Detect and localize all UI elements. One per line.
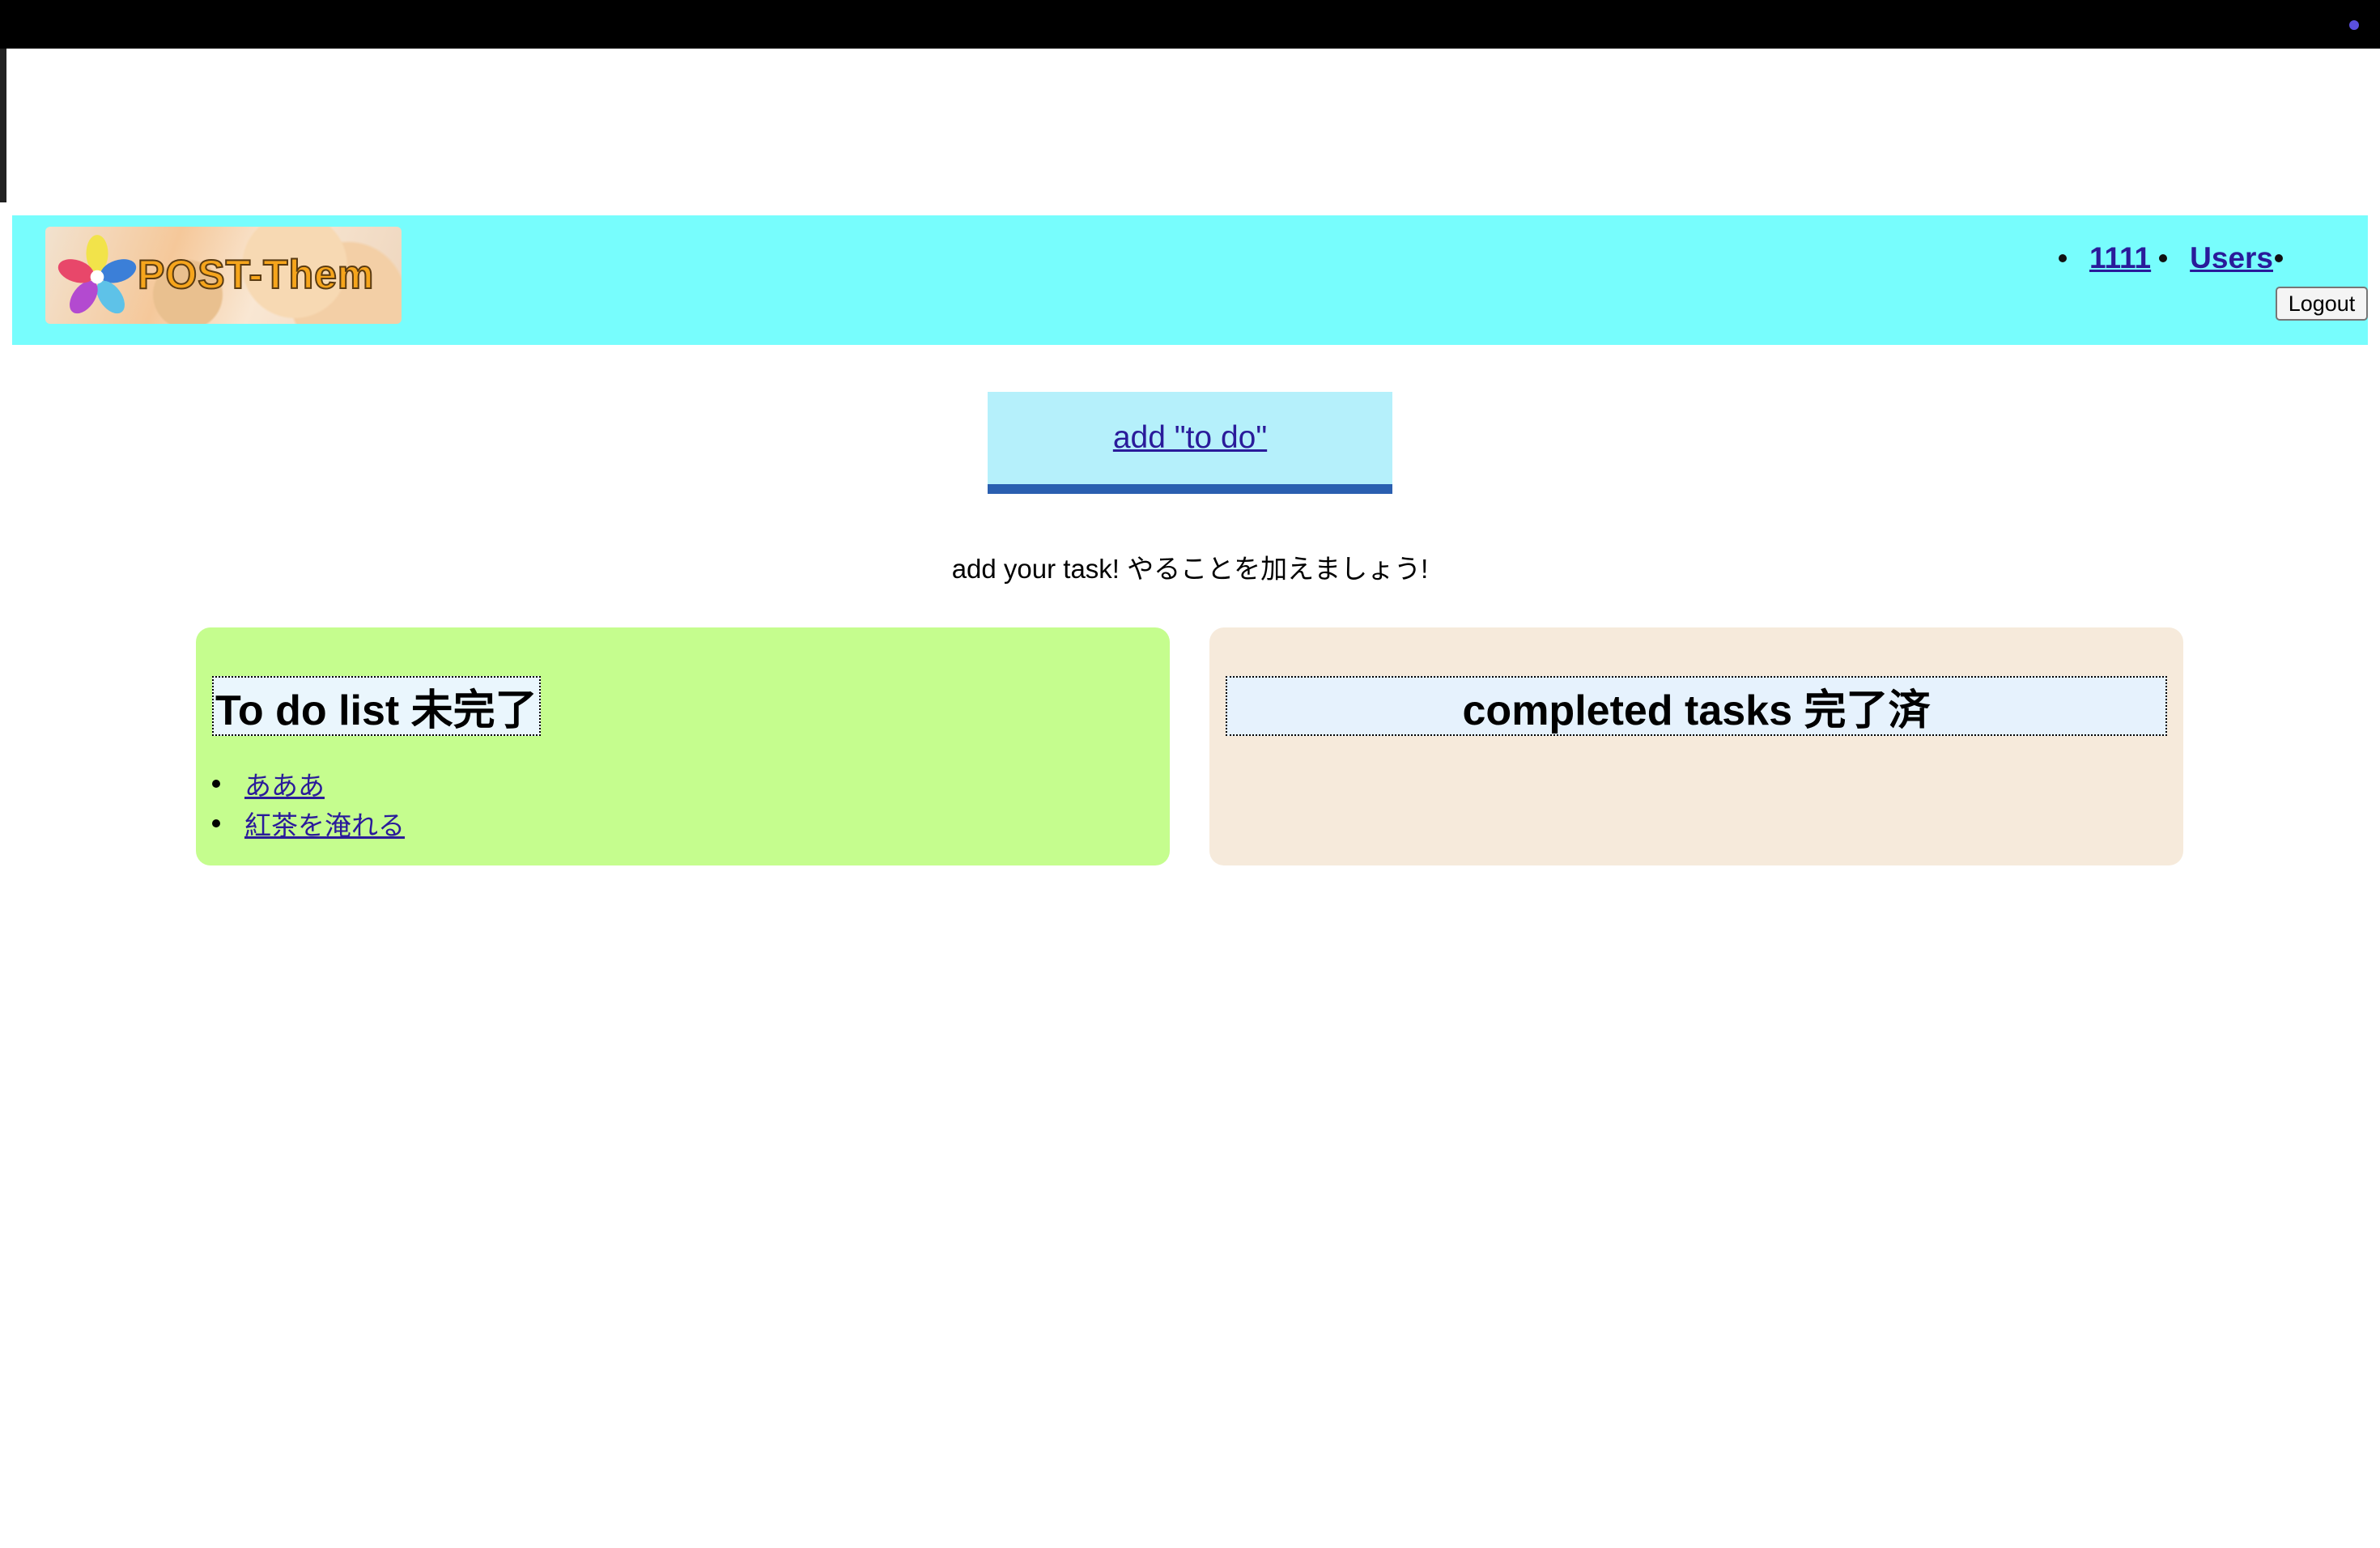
todo-item-link[interactable]: 紅茶を淹れる [244, 804, 405, 843]
nav-link-users[interactable]: Users [2190, 241, 2273, 275]
todo-list: あああ 紅茶を淹れる [212, 763, 405, 843]
add-todo-link[interactable]: add "to do" [1113, 420, 1267, 456]
site-header: POST-Them 1111 Users Logout [12, 215, 2368, 345]
bullet-icon [212, 779, 220, 788]
add-todo-button[interactable]: add "to do" [988, 392, 1392, 494]
todo-panel-title: To do list 未完了 [212, 676, 541, 736]
todo-panel: To do list 未完了 あああ 紅茶を淹れる [196, 627, 1170, 865]
bullet-icon [2058, 254, 2067, 262]
browser-top-bar [0, 0, 2380, 49]
logo-text: POST-Them [137, 251, 375, 298]
nav-item-empty [2273, 254, 2283, 262]
bullet-icon [2275, 254, 2283, 262]
nav-link-user[interactable]: 1111 [2089, 241, 2151, 275]
status-dot-icon [2349, 20, 2359, 30]
completed-panel: completed tasks 完了済 [1209, 627, 2183, 865]
flower-logo-icon [57, 235, 137, 314]
completed-panel-title: completed tasks 完了済 [1226, 676, 2167, 736]
bullet-icon [212, 819, 220, 827]
logo[interactable]: POST-Them [45, 227, 402, 324]
list-item: 紅茶を淹れる [212, 803, 405, 843]
nav-item-users: Users [2151, 241, 2273, 275]
nav-item-user: 1111 [2051, 241, 2151, 275]
bullet-icon [2159, 254, 2168, 262]
logout-button[interactable]: Logout [2276, 287, 2368, 321]
todo-item-link[interactable]: あああ [244, 764, 325, 803]
header-nav: 1111 Users [2051, 241, 2283, 275]
page-subtitle: add your task! やることを加えましょう! [951, 554, 1429, 584]
left-edge-divider [0, 49, 6, 202]
list-item: あああ [212, 763, 405, 803]
